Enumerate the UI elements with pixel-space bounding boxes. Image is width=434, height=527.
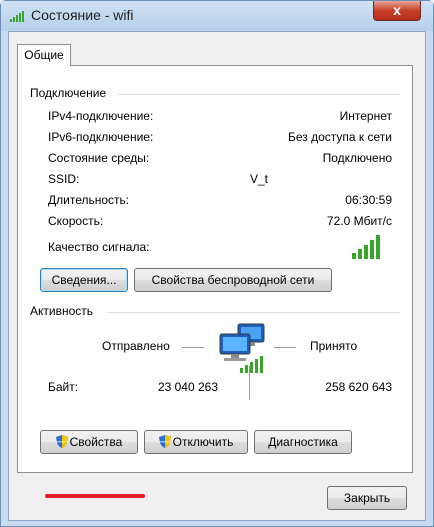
connection-group-label: Подключение — [30, 86, 111, 100]
close-window-button[interactable]: x — [373, 1, 421, 21]
close-button-label: Закрыть — [343, 491, 391, 505]
speed-value: 72.0 Мбит/с — [326, 214, 392, 228]
duration-label: Длительность: — [48, 193, 130, 207]
bytes-label: Байт: — [48, 380, 79, 394]
media-state-value: Подключено — [322, 151, 392, 165]
ipv4-label: IPv4-подключение: — [48, 109, 154, 123]
properties-button[interactable]: Свойства — [40, 430, 138, 454]
title-bar[interactable]: Состояние - wifi x — [1, 1, 433, 31]
wifi-signal-icon — [10, 11, 24, 22]
speed-label: Скорость: — [48, 214, 104, 228]
ipv6-value: Без доступа к сети — [288, 130, 392, 144]
signal-quality-label: Качество сигнала: — [48, 240, 150, 254]
properties-highlight-underline — [45, 494, 145, 498]
ssid-value: V_t — [250, 172, 269, 186]
wireless-properties-label: Свойства беспроводной сети — [151, 273, 315, 287]
ipv6-label: IPv6-подключение: — [48, 130, 154, 144]
duration-value: 06:30:59 — [345, 193, 392, 207]
wireless-properties-button[interactable]: Свойства беспроводной сети — [134, 268, 332, 292]
window-title: Состояние - wifi — [31, 7, 134, 23]
sent-connector — [182, 347, 204, 348]
tab-general[interactable]: Общие — [17, 44, 71, 66]
activity-divider — [108, 312, 400, 313]
tab-general-label: Общие — [24, 48, 64, 62]
properties-label: Свойства — [69, 435, 123, 449]
status-window: Состояние - wifi x Общие Подключение IPv… — [0, 0, 434, 527]
signal-strength-icon — [352, 235, 380, 259]
details-button-label: Сведения... — [51, 273, 117, 287]
details-button[interactable]: Сведения... — [40, 268, 128, 292]
bytes-received-value: 258 620 643 — [325, 380, 392, 394]
close-icon: x — [393, 2, 401, 18]
bytes-sent-value: 23 040 263 — [157, 380, 218, 394]
dialog-client-area: Общие Подключение IPv4-подключение: Инте… — [8, 31, 426, 521]
activity-group-label: Активность — [30, 304, 98, 318]
ipv4-value: Интернет — [339, 109, 392, 123]
close-button[interactable]: Закрыть — [327, 486, 407, 510]
received-connector — [274, 347, 296, 348]
network-computers-icon — [219, 323, 265, 373]
disconnect-label: Отключить — [172, 435, 234, 449]
shield-icon — [55, 435, 68, 448]
ssid-label: SSID: — [48, 172, 80, 186]
activity-separator — [249, 366, 250, 400]
shield-icon — [158, 435, 171, 448]
media-state-label: Состояние среды: — [48, 151, 150, 165]
general-panel: Подключение IPv4-подключение: Интернет I… — [17, 65, 413, 473]
connection-divider — [118, 94, 400, 95]
disconnect-button[interactable]: Отключить — [144, 430, 248, 454]
sent-label: Отправлено — [102, 339, 170, 353]
diagnostics-label: Диагностика — [268, 435, 338, 449]
diagnostics-button[interactable]: Диагностика — [254, 430, 352, 454]
received-label: Принято — [310, 339, 358, 353]
